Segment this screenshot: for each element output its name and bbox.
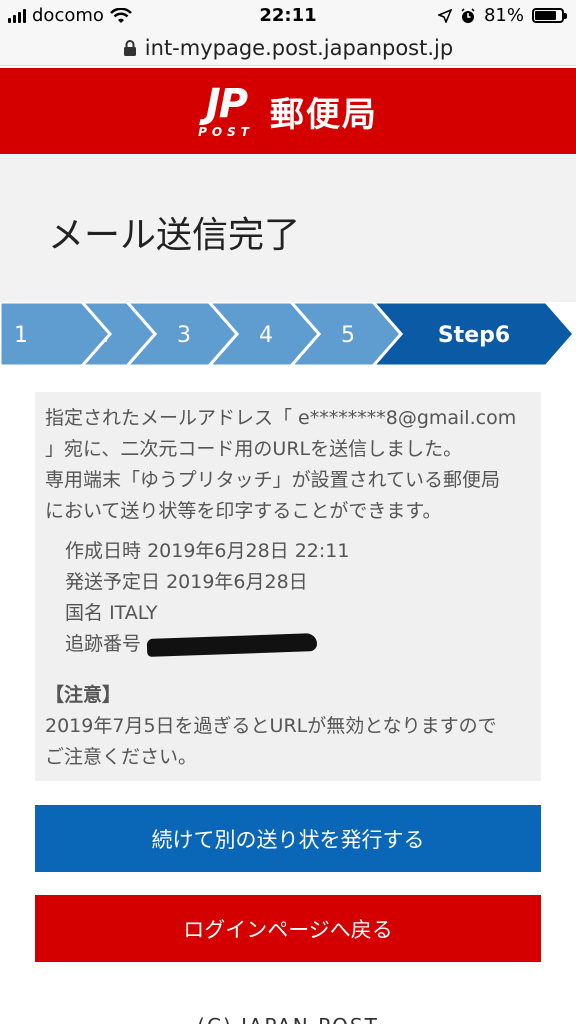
- status-bar-right: 81%: [437, 5, 567, 26]
- tracking-number-redaction: [146, 632, 318, 657]
- notice-line: 2019年7月5日を過ぎるとURLが無効となりますので: [45, 715, 497, 737]
- step-label: 3: [177, 323, 191, 348]
- site-header: JP POST 郵便局: [0, 68, 576, 154]
- detail-country: 国名 ITALY: [65, 598, 349, 629]
- notice-title: 【注意】: [45, 684, 122, 706]
- info-message-line: 」宛に、二次元コード用のURLを送信しました。: [45, 438, 463, 460]
- logo-sub: POST: [198, 125, 254, 139]
- step-label: 5: [341, 323, 355, 348]
- page-title: メール送信完了: [48, 215, 301, 256]
- ship-value: 2019年6月28日: [166, 571, 308, 593]
- back-to-login-button[interactable]: ログインページへ戻る: [35, 895, 541, 962]
- created-label: 作成日時: [65, 540, 142, 562]
- info-message: 指定されたメールアドレス「 e********8@gmail.com 」宛に、二…: [45, 403, 535, 527]
- step-label: 1: [14, 323, 28, 348]
- tracking-label: 追跡番号: [65, 633, 142, 655]
- step-current: Step6: [371, 302, 576, 366]
- notice-section: 【注意】 2019年7月5日を過ぎるとURLが無効となりますので ご注意ください…: [45, 680, 535, 773]
- info-message-line: 専用端末「ゆうプリタッチ」が設置されている郵便局: [45, 469, 501, 491]
- lock-icon: [123, 39, 136, 56]
- info-message-line: において送り状等を印字することができます。: [45, 500, 442, 522]
- notice-line: ご注意ください。: [45, 746, 198, 768]
- ship-label: 発送予定日: [65, 571, 161, 593]
- title-band: メール送信完了: [0, 154, 576, 302]
- shipment-details: 作成日時 2019年6月28日 22:11 発送予定日 2019年6月28日 国…: [65, 536, 349, 660]
- logo-mark: JP: [205, 81, 248, 127]
- detail-created: 作成日時 2019年6月28日 22:11: [65, 536, 349, 567]
- created-value: 2019年6月28日 22:11: [147, 540, 350, 562]
- logo-text: 郵便局: [269, 94, 378, 135]
- country-label: 国名: [65, 602, 104, 624]
- url-bar[interactable]: int-mypage.post.japanpost.jp: [0, 30, 576, 66]
- footer-copyright: (C) JAPAN POST: [0, 1014, 576, 1024]
- status-bar: docomo 22:11 81%: [0, 0, 576, 30]
- japan-post-logo[interactable]: JP POST: [198, 84, 254, 138]
- detail-tracking: 追跡番号: [65, 629, 349, 660]
- alarm-icon: [461, 7, 475, 23]
- url-text: int-mypage.post.japanpost.jp: [144, 35, 454, 60]
- issue-another-label-button[interactable]: 続けて別の送り状を発行する: [35, 805, 541, 872]
- detail-ship-date: 発送予定日 2019年6月28日: [65, 567, 349, 598]
- step-label: 4: [259, 323, 273, 348]
- battery-percent: 81%: [483, 5, 524, 26]
- step-indicator-graphic: Step654321: [0, 302, 576, 366]
- step-indicator: Step654321: [0, 302, 576, 366]
- info-box: 指定されたメールアドレス「 e********8@gmail.com 」宛に、二…: [35, 392, 541, 781]
- country-value: ITALY: [109, 602, 158, 624]
- battery-icon: [532, 8, 567, 23]
- location-arrow-icon: [437, 8, 452, 23]
- battery-fill: [535, 11, 557, 20]
- step-label: Step6: [438, 323, 510, 348]
- info-message-line: 指定されたメールアドレス「 e********8@gmail.com: [45, 407, 517, 429]
